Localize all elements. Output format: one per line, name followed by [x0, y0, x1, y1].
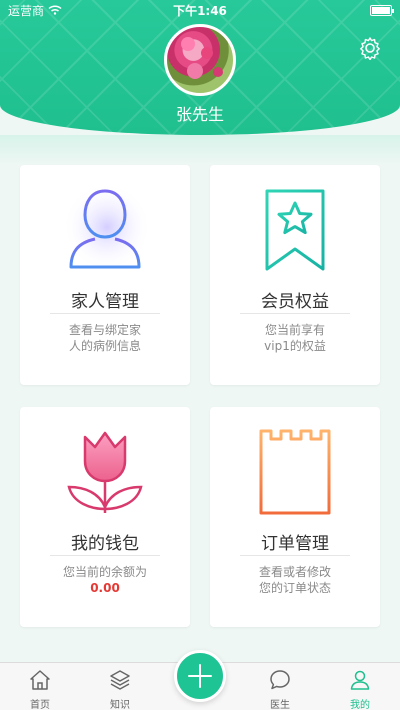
card-divider	[240, 313, 350, 314]
card-wallet[interactable]: 我的钱包 您当前的余额为 0.00	[20, 407, 190, 627]
tab-mine[interactable]: 我的	[320, 663, 400, 710]
username[interactable]: 张先生	[0, 101, 400, 125]
layers-icon	[110, 670, 130, 690]
tab-home[interactable]: 首页	[0, 663, 80, 710]
card-description: 您当前享有 vip1的权益	[230, 322, 360, 354]
clock: 下午1:46	[173, 3, 227, 18]
home-icon	[30, 670, 50, 690]
person-icon	[63, 185, 151, 271]
tab-knowledge[interactable]: 知识	[80, 663, 160, 710]
chat-bubble-icon	[270, 670, 290, 690]
card-divider	[50, 313, 160, 314]
tab-label: 医生	[270, 700, 290, 710]
card-title: 会员权益	[261, 292, 329, 312]
avatar[interactable]	[164, 24, 236, 96]
card-desc-line: 查看或者修改	[258, 565, 331, 579]
status-bar: 运营商 下午1:46	[0, 0, 400, 20]
tab-label: 我的	[350, 700, 370, 710]
tab-label: 知识	[110, 700, 130, 710]
card-description: 查看或者修改 您的订单状态	[230, 564, 360, 596]
tab-doctor[interactable]: 医生	[240, 663, 320, 710]
add-button[interactable]	[174, 650, 226, 702]
card-family-management[interactable]: 家人管理 查看与绑定家 人的病例信息	[20, 165, 190, 385]
card-description: 您当前的余额为 0.00	[40, 564, 170, 596]
battery-icon	[370, 5, 394, 16]
wallet-balance: 0.00	[90, 581, 120, 595]
card-desc-line: 您当前的余额为	[62, 565, 147, 579]
card-divider	[240, 555, 350, 556]
card-desc-line: 查看与绑定家	[68, 323, 141, 337]
card-desc-line: 人的病例信息	[68, 339, 141, 353]
card-desc-line: 您的订单状态	[258, 581, 331, 595]
card-divider	[50, 555, 160, 556]
card-desc-line: 您当前享有	[264, 323, 325, 337]
vip-ribbon-icon	[265, 189, 325, 271]
card-membership-benefits[interactable]: 会员权益 您当前享有 vip1的权益	[210, 165, 380, 385]
card-desc-line: vip1的权益	[264, 339, 326, 353]
user-icon	[350, 670, 370, 690]
tulip-icon	[67, 431, 143, 513]
card-title: 订单管理	[261, 534, 329, 554]
card-description: 查看与绑定家 人的病例信息	[40, 322, 170, 354]
tab-label: 首页	[30, 700, 50, 710]
order-list-icon	[259, 429, 331, 515]
card-title: 我的钱包	[71, 534, 139, 554]
card-title: 家人管理	[71, 292, 139, 312]
gear-icon[interactable]	[358, 36, 382, 60]
header-glow	[0, 135, 400, 165]
card-order-management[interactable]: 订单管理 查看或者修改 您的订单状态	[210, 407, 380, 627]
